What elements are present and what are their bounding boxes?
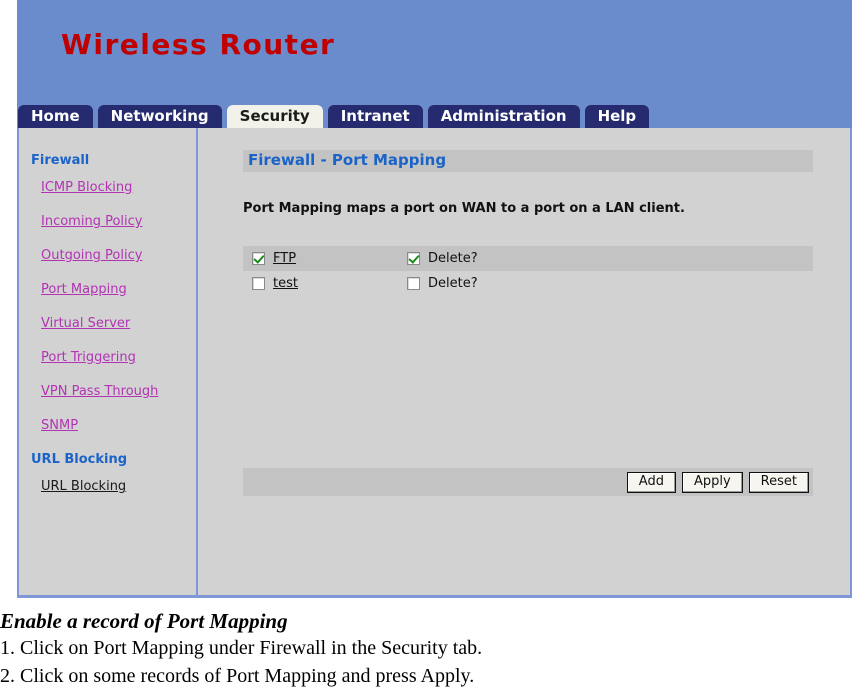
sidebar-item-vpn-pass-through[interactable]: VPN Pass Through <box>19 384 158 399</box>
main-content: Firewall - Port Mapping Port Mapping map… <box>198 128 850 595</box>
reset-button[interactable]: Reset <box>748 471 809 493</box>
caption-step: 1. Click on Port Mapping under Firewall … <box>0 637 483 659</box>
caption-block: Enable a record of Port Mapping 1. Click… <box>0 608 859 690</box>
sidebar-item-snmp[interactable]: SNMP <box>19 418 78 433</box>
table-row: FTP Delete? <box>243 246 813 271</box>
caption-heading: Enable a record of Port Mapping <box>0 609 288 633</box>
record-enable-checkbox[interactable] <box>252 252 265 265</box>
record-name-cell: FTP <box>243 251 407 266</box>
router-admin-page: Wireless Router Home Networking Security In… <box>17 0 852 598</box>
sidebar-item-icmp-blocking[interactable]: ICMP Blocking <box>19 180 132 195</box>
sidebar-item-port-triggering[interactable]: Port Triggering <box>19 350 136 365</box>
record-delete-label: Delete? <box>428 276 478 291</box>
sidebar-item-outgoing-policy[interactable]: Outgoing Policy <box>19 248 142 263</box>
sidebar-item-incoming-policy[interactable]: Incoming Policy <box>19 214 142 229</box>
record-delete-checkbox[interactable] <box>407 252 420 265</box>
record-delete-checkbox[interactable] <box>407 277 420 290</box>
record-enable-checkbox[interactable] <box>252 277 265 290</box>
record-delete-label: Delete? <box>428 251 478 266</box>
caption-step: 2. Click on some records of Port Mapping… <box>0 665 475 687</box>
record-delete-cell: Delete? <box>407 251 478 266</box>
record-name-link[interactable]: test <box>273 276 298 291</box>
record-name-cell: test <box>243 276 407 291</box>
sidebar-item-url-blocking[interactable]: URL Blocking <box>19 479 126 494</box>
sidebar-item-virtual-server[interactable]: Virtual Server <box>19 316 130 331</box>
caption-steps: 1. Click on Port Mapping under Firewall … <box>0 634 859 690</box>
sidebar-group-title-url-blocking: URL Blocking <box>31 452 128 467</box>
table-row: test Delete? <box>243 271 813 296</box>
record-delete-cell: Delete? <box>407 276 478 291</box>
section-title-bar: Firewall - Port Mapping <box>243 150 813 172</box>
tab-help[interactable]: Help <box>584 105 650 128</box>
form-button-bar: Add Apply Reset <box>243 468 813 496</box>
tab-networking[interactable]: Networking <box>97 105 222 128</box>
page-title: Firewall - Port Mapping <box>248 151 447 169</box>
add-button[interactable]: Add <box>626 471 676 493</box>
section-description: Port Mapping maps a port on WAN to a por… <box>243 201 685 216</box>
page-body: Firewall ICMP Blocking Incoming Policy Outg… <box>17 128 852 598</box>
apply-button[interactable]: Apply <box>681 471 743 493</box>
port-mapping-record-list: FTP Delete? test Delete? <box>243 246 813 296</box>
tab-security[interactable]: Security <box>226 105 323 128</box>
main-tab-bar: Home Networking Security Intranet Administra… <box>18 103 650 128</box>
sidebar-group-title-firewall: Firewall <box>31 153 90 168</box>
tab-intranet[interactable]: Intranet <box>327 105 423 128</box>
tab-administration[interactable]: Administration <box>427 105 580 128</box>
sidebar-navigation: Firewall ICMP Blocking Incoming Policy Outg… <box>19 128 198 595</box>
record-name-link[interactable]: FTP <box>273 251 296 266</box>
sidebar-item-port-mapping[interactable]: Port Mapping <box>19 282 127 297</box>
tab-home[interactable]: Home <box>18 105 93 128</box>
brand-title: Wireless Router <box>61 28 336 61</box>
